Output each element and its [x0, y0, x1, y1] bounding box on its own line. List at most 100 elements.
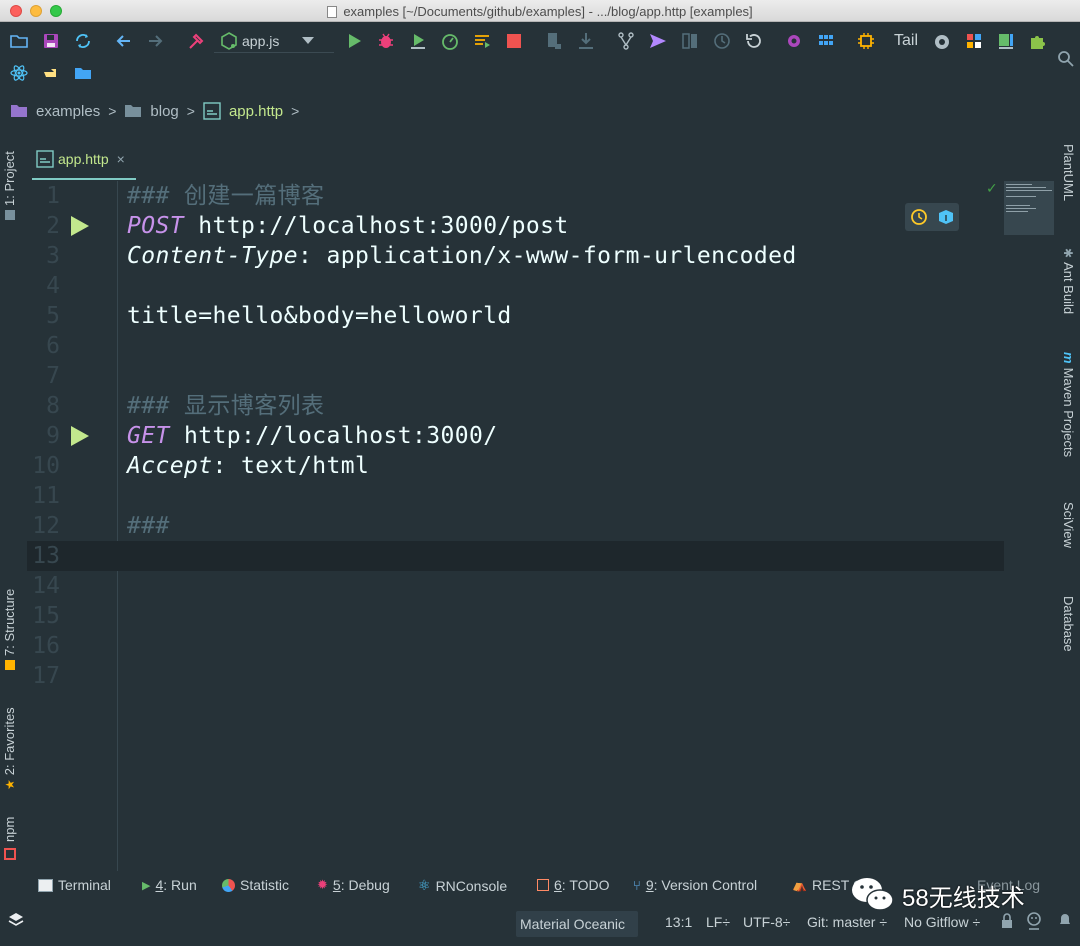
- window-title: examples [~/Documents/github/examples] -…: [0, 4, 1080, 19]
- plugin-puzzle-icon[interactable]: [1027, 30, 1049, 52]
- tool-tab-sciview[interactable]: SciView: [1061, 498, 1076, 548]
- code-line[interactable]: 9 GET http://localhost:3000/: [27, 421, 1004, 451]
- tool-debug[interactable]: ✹ 5: Debug: [317, 877, 390, 893]
- code-line[interactable]: 16: [27, 631, 1004, 661]
- code-line[interactable]: 15: [27, 601, 1004, 631]
- code-line[interactable]: 11: [27, 481, 1004, 511]
- inspector-face-icon[interactable]: [1026, 912, 1042, 933]
- breadcrumb-item-app-http[interactable]: app.http: [203, 102, 283, 120]
- debug-bug-icon[interactable]: [375, 30, 397, 52]
- save-icon[interactable]: [40, 30, 62, 52]
- code-line[interactable]: 3 Content-Type: application/x-www-form-ur…: [27, 241, 1004, 271]
- code-line[interactable]: 5 title=hello&body=helloworld: [27, 301, 1004, 331]
- layout-icon[interactable]: [995, 30, 1017, 52]
- run-list-icon[interactable]: [471, 30, 493, 52]
- run-configuration-select[interactable]: app.js: [214, 29, 334, 53]
- minimap[interactable]: [1004, 181, 1054, 235]
- tool-label: : Debug: [340, 877, 390, 893]
- git-branch-icon[interactable]: [615, 30, 637, 52]
- code-line[interactable]: 6: [27, 331, 1004, 361]
- tool-tab-ant-build[interactable]: ✱ Ant Build: [1061, 248, 1076, 314]
- sync-icon[interactable]: [72, 30, 94, 52]
- minimap-line: [1006, 190, 1052, 191]
- code-line[interactable]: 7: [27, 361, 1004, 391]
- close-icon[interactable]: ×: [117, 151, 125, 167]
- document-icon: [327, 6, 338, 18]
- tool-tab-project[interactable]: 1: Project: [2, 151, 17, 220]
- line-separator[interactable]: LF÷: [706, 914, 730, 930]
- open-folder-icon[interactable]: [8, 30, 30, 52]
- tool-label: Terminal: [58, 877, 111, 893]
- forward-arrow-icon[interactable]: [144, 30, 166, 52]
- tool-run[interactable]: ▶ 4: Run: [142, 877, 197, 893]
- run-icon[interactable]: [343, 30, 365, 52]
- code-line[interactable]: 2 POST http://localhost:3000/post: [27, 211, 1004, 241]
- convert-request-icon[interactable]: [937, 208, 955, 226]
- folder-icon[interactable]: [72, 62, 94, 84]
- vcs-update-icon[interactable]: [575, 30, 597, 52]
- notifications-icon[interactable]: [1058, 912, 1072, 931]
- tool-tab-maven[interactable]: m Maven Projects: [1061, 352, 1076, 457]
- stop-icon[interactable]: [503, 30, 525, 52]
- tail-button-label[interactable]: Tail: [894, 32, 918, 50]
- tool-version-control[interactable]: ⑂ 9: Version Control: [633, 877, 757, 893]
- code-text: GET http://localhost:3000/: [127, 421, 497, 451]
- caret-position[interactable]: 13:1: [665, 914, 692, 930]
- attach-debugger-icon[interactable]: [543, 30, 565, 52]
- tool-todo[interactable]: 6: TODO: [537, 877, 610, 893]
- inspection-ok-icon: ✓: [986, 180, 998, 196]
- breadcrumb-item-blog[interactable]: blog: [124, 103, 179, 120]
- code-token-method: GET: [127, 423, 170, 449]
- search-icon[interactable]: [1055, 48, 1077, 70]
- tool-tab-database[interactable]: Database: [1061, 592, 1076, 652]
- build-hammer-icon[interactable]: [185, 30, 207, 52]
- layers-icon[interactable]: [8, 912, 24, 931]
- tab-app-http[interactable]: app.http ×: [32, 140, 136, 180]
- code-line[interactable]: 1 ### 创建一篇博客: [27, 181, 1004, 211]
- tool-rnconsole[interactable]: ⚛ RNConsole: [418, 877, 507, 894]
- lock-icon[interactable]: [1000, 913, 1014, 932]
- tool-terminal[interactable]: Terminal: [38, 877, 111, 893]
- project-structure-icon[interactable]: [815, 30, 837, 52]
- run-with-coverage-icon[interactable]: [407, 30, 429, 52]
- clock-icon[interactable]: [910, 208, 928, 226]
- compare-icon[interactable]: [679, 30, 701, 52]
- color-blocks-icon[interactable]: [963, 30, 985, 52]
- profiler-icon[interactable]: [439, 30, 461, 52]
- code-line[interactable]: 10 Accept: text/html: [27, 451, 1004, 481]
- tool-tab-favorites[interactable]: ★ 2: Favorites: [2, 707, 17, 790]
- code-line[interactable]: 12 ###: [27, 511, 1004, 541]
- send-request-icon[interactable]: [647, 30, 669, 52]
- structure-icon: [4, 660, 15, 670]
- hand-pointer-icon[interactable]: [40, 62, 62, 84]
- revert-icon[interactable]: [743, 30, 765, 52]
- run-request-icon[interactable]: [71, 216, 89, 236]
- tool-tab-npm[interactable]: npm: [2, 817, 17, 860]
- tool-tab-structure[interactable]: 7: Structure: [2, 589, 17, 670]
- code-line[interactable]: 13: [27, 541, 1004, 571]
- line-number: 14: [32, 573, 60, 599]
- tool-statistic[interactable]: Statistic: [222, 877, 289, 893]
- react-icon[interactable]: [8, 62, 30, 84]
- settings-gear-icon[interactable]: [783, 30, 805, 52]
- tool-shortcut: 9: [645, 877, 654, 893]
- git-branch-status[interactable]: Git: master ÷: [807, 914, 887, 930]
- run-request-icon[interactable]: [71, 426, 89, 446]
- file-encoding[interactable]: UTF-8÷: [743, 914, 790, 930]
- back-arrow-icon[interactable]: [113, 30, 135, 52]
- code-line[interactable]: 14: [27, 571, 1004, 601]
- record-icon[interactable]: [931, 31, 953, 53]
- tool-tab-plantuml[interactable]: PlantUML: [1061, 140, 1076, 201]
- code-line[interactable]: 8 ### 显示博客列表: [27, 391, 1004, 421]
- history-icon[interactable]: [711, 30, 733, 52]
- chip-icon[interactable]: [855, 30, 877, 52]
- code-line[interactable]: 17: [27, 661, 1004, 691]
- code-line[interactable]: 4: [27, 271, 1004, 301]
- line-number: 15: [32, 603, 60, 629]
- code-editor[interactable]: 1 ### 创建一篇博客 2 POST http://localhost:3000/p…: [27, 181, 1004, 871]
- theme-indicator[interactable]: Material Oceanic: [516, 911, 638, 937]
- gitflow-status[interactable]: No Gitflow ÷: [904, 914, 980, 930]
- breadcrumb-item-examples[interactable]: examples: [10, 103, 100, 120]
- project-icon: [4, 210, 15, 220]
- line-number: 2: [46, 213, 60, 239]
